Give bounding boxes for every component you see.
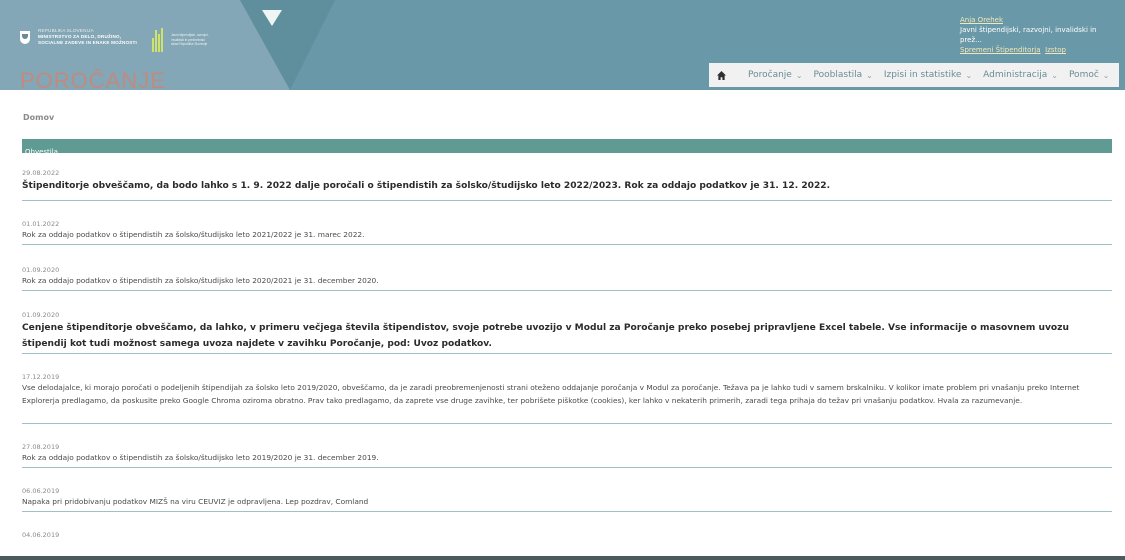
notice-date: 17.12.2019 (22, 373, 60, 381)
bottom-scrollbar-edge (0, 556, 1125, 560)
notice-item: 29.08.2022 Štipenditorje obveščamo, da b… (22, 166, 1112, 201)
chevron-down-icon: ⌄ (1051, 70, 1058, 80)
notice-text: Rok za oddajo podatkov o štipendistih za… (22, 453, 379, 462)
user-name-link[interactable]: Anja Orehek (960, 16, 1003, 24)
ministry-logo[interactable]: REPUBLIKA SLOVENIJA MINISTRSTVO ZA DELO,… (20, 28, 137, 46)
chevron-down-icon: ⌄ (866, 70, 873, 80)
notice-item: 27.08.2019 Rok za oddajo podatkov o štip… (22, 424, 1112, 468)
notice-text: Napaka pri pridobivanju podatkov MIZŠ na… (22, 497, 369, 506)
change-scholarship-provider-link[interactable]: Spremeni Štipenditorja (960, 45, 1041, 55)
user-box: Anja Orehek Javni štipendijski, razvojni… (960, 15, 1120, 55)
site-header: REPUBLIKA SLOVENIJA MINISTRSTVO ZA DELO,… (0, 0, 1125, 90)
notice-text: Cenjene štipenditorje obveščamo, da lahk… (22, 323, 1069, 349)
fund-bars-icon (152, 28, 166, 52)
breadcrumb[interactable]: Domov (23, 113, 54, 122)
notices-list: 29.08.2022 Štipenditorje obveščamo, da b… (22, 166, 1112, 542)
notice-item: 01.01.2022 Rok za oddajo podatkov o štip… (22, 201, 1112, 245)
home-button[interactable] (717, 63, 737, 87)
notice-date: 27.08.2019 (22, 443, 60, 451)
notice-text: Vse delodajalce, ki morajo poročati o po… (22, 383, 1080, 405)
notice-text: Rok za oddajo podatkov o štipendistih za… (22, 276, 379, 285)
chevron-down-icon: ⌄ (795, 70, 803, 80)
fund-logo[interactable]: Javni štipendijski, razvojni, invalidski… (152, 28, 209, 52)
notice-date: 01.09.2020 (22, 311, 60, 319)
notices-section-header: Obvestila (22, 139, 1112, 156)
main-menu: Poročanje ⌄ Pooblastila ⌄ Izpisi in statis… (709, 63, 1119, 87)
user-organization: Javni štipendijski, razvojni, invalidski… (960, 26, 1097, 44)
notice-date: 04.06.2019 (22, 531, 60, 539)
chevron-down-icon: ⌄ (965, 70, 973, 80)
coat-of-arms-icon (20, 30, 30, 44)
notice-text: Rok za oddajo podatkov o štipendistih za… (22, 230, 365, 239)
notice-item: 04.06.2019 (22, 512, 1112, 542)
notice-date: 06.06.2019 (22, 487, 60, 495)
notice-item: 17.12.2019 Vse delodajalce, ki morajo po… (22, 354, 1112, 424)
notice-item: 06.06.2019 Napaka pri pridobivanju podat… (22, 468, 1112, 512)
notice-date: 29.08.2022 (22, 169, 60, 177)
menu-pooblastila[interactable]: Pooblastila ⌄ (814, 70, 873, 80)
brand-title: POROČANJE (20, 68, 166, 90)
notice-date: 01.09.2020 (22, 266, 60, 274)
notice-item: 01.09.2020 Rok za oddajo podatkov o štip… (22, 245, 1112, 291)
menu-izpisi-in-statistike[interactable]: Izpisi in statistike ⌄ (884, 70, 972, 80)
menu-administracija[interactable]: Administracija ⌄ (983, 70, 1058, 80)
notice-date: 01.01.2022 (22, 220, 60, 228)
logout-link[interactable]: Izstop (1045, 45, 1066, 55)
menu-pomoc[interactable]: Pomoč ⌄ (1069, 70, 1110, 80)
fund-name: Javni štipendijski, razvojni, invalidski… (171, 33, 209, 47)
home-icon (717, 70, 726, 80)
notice-item: 01.09.2020 Cenjene štipenditorje obvešča… (22, 291, 1112, 354)
section-title: Obvestila (25, 148, 58, 156)
ministry-name: REPUBLIKA SLOVENIJA MINISTRSTVO ZA DELO,… (38, 28, 137, 45)
notice-text: Štipenditorje obveščamo, da bodo lahko s… (22, 181, 831, 191)
menu-porocanje[interactable]: Poročanje ⌄ (748, 70, 803, 80)
chevron-down-icon: ⌄ (1102, 70, 1110, 80)
